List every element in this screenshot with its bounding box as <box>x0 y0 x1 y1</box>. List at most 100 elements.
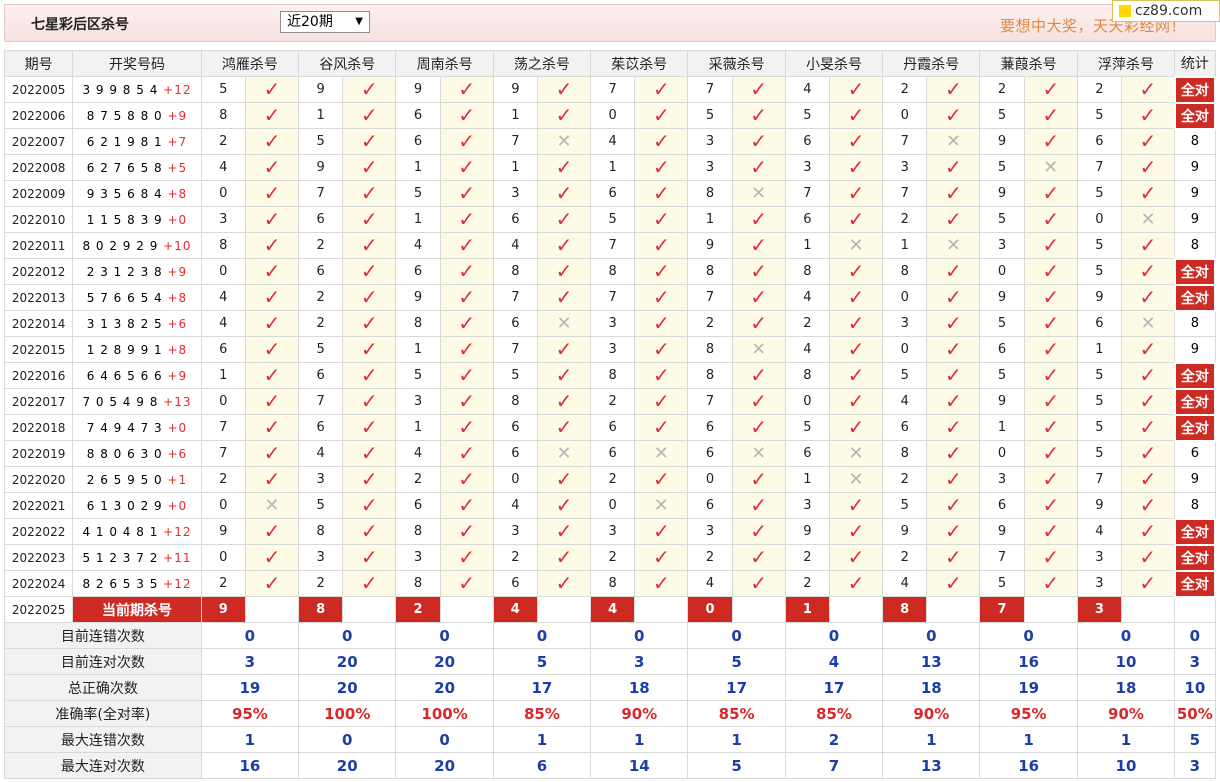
check-icon: ✓ <box>944 337 962 361</box>
check-icon: ✓ <box>944 155 962 179</box>
check-icon: ✓ <box>458 363 476 387</box>
result-cell: ✕ <box>926 232 981 259</box>
page-header: 七星彩后区杀号 近20期 ▼ 要想中大奖，天天彩经网！ <box>4 4 1216 42</box>
check-icon: ✓ <box>263 519 281 543</box>
cross-icon: ✕ <box>653 442 669 464</box>
result-cell: ✓ <box>926 570 981 597</box>
kill-number-cell: 0 <box>200 388 246 415</box>
cross-icon: ✕ <box>751 182 767 204</box>
kill-number-cell: 5 <box>979 310 1025 337</box>
result-cell: ✓ <box>1120 180 1176 207</box>
result-cell: ✓ <box>1023 414 1078 441</box>
check-icon: ✓ <box>652 571 670 595</box>
check-icon: ✓ <box>1042 207 1060 231</box>
kill-number-cell: 7 <box>882 128 928 155</box>
kill-number-cell: 2 <box>979 76 1025 103</box>
result-cell: ✓ <box>828 362 884 389</box>
check-icon: ✓ <box>458 285 476 309</box>
summary-label: 准确率(全对率) <box>4 700 202 727</box>
check-icon: ✓ <box>1042 285 1060 309</box>
result-cell: ✕ <box>244 492 300 519</box>
kill-number-cell: 2 <box>590 544 636 571</box>
table-row: 2022012 2 3 1 2 3 8 +9 0 ✓ 6 ✓ 6 ✓ 8 ✓ 8 ✓ 8 ✓ 8 ✓ 8 ✓ 0 ✓ 5… <box>3 257 1217 286</box>
kill-number-cell: 8 <box>200 232 246 259</box>
kill-number-cell: 6 <box>1076 128 1122 155</box>
kill-number-cell: 1 <box>882 232 928 259</box>
issue-cell: 2022005 <box>3 76 74 103</box>
check-icon: ✓ <box>555 181 573 205</box>
result-cell: ✓ <box>828 258 884 285</box>
draw-back-number: +0 <box>167 498 188 513</box>
kill-number-cell: 0 <box>979 258 1025 285</box>
draw-front-numbers: 8 7 5 8 8 0 <box>86 108 163 123</box>
current-kill-number: 4 <box>492 596 538 623</box>
check-icon: ✓ <box>555 337 573 361</box>
kill-number-cell: 9 <box>395 284 441 311</box>
check-icon: ✓ <box>944 467 962 491</box>
col-expert-1: 谷风杀号 <box>298 50 397 77</box>
draw-cell: 5 1 2 3 7 2 +11 <box>72 544 202 571</box>
kill-number-cell: 9 <box>200 518 246 545</box>
kill-number-cell: 3 <box>979 466 1025 493</box>
result-cell: ✓ <box>342 284 397 311</box>
issue-cell: 2022008 <box>3 154 74 181</box>
result-cell: ✓ <box>439 258 494 285</box>
issue-cell: 2022020 <box>3 466 74 493</box>
cross-icon: ✕ <box>848 468 864 490</box>
result-cell: ✓ <box>1120 336 1176 363</box>
stat-cell: 8 <box>1174 128 1216 155</box>
summary-value: 14 <box>590 752 689 779</box>
kill-number-cell: 4 <box>882 570 928 597</box>
result-cell: ✓ <box>536 544 592 571</box>
kill-number-cell: 1 <box>200 362 246 389</box>
kill-number-cell: 9 <box>298 154 344 181</box>
issue-cell: 2022014 <box>3 310 74 337</box>
kill-number-cell: 4 <box>492 232 538 259</box>
kill-number-cell: 2 <box>200 466 246 493</box>
check-icon: ✓ <box>750 363 768 387</box>
draw-front-numbers: 8 0 2 9 2 9 <box>82 238 159 253</box>
result-cell: ✓ <box>1023 258 1078 285</box>
result-cell: ✓ <box>634 310 689 337</box>
kill-number-cell: 2 <box>590 466 636 493</box>
table-row: 2022019 8 8 0 6 3 0 +6 7 ✓ 4 ✓ 4 ✓ 6 ✕ 6 ✕ 6 ✕ 6 ✕ 8 ✓ 0 ✓ 5… <box>3 440 1216 467</box>
result-cell: ✓ <box>634 518 689 545</box>
check-icon: ✓ <box>360 181 378 205</box>
kill-number-cell: 0 <box>200 258 246 285</box>
site-logo[interactable]: cz89.com <box>1112 0 1220 22</box>
current-kill-number: 2 <box>395 596 441 623</box>
kill-number-cell: 2 <box>298 570 344 597</box>
kill-number-cell: 6 <box>784 206 830 233</box>
check-icon: ✓ <box>1042 311 1060 335</box>
stat-cell: 全对 <box>1173 387 1217 416</box>
period-select[interactable]: 近20期 ▼ <box>280 11 370 33</box>
result-cell: ✓ <box>439 466 494 493</box>
result-cell: ✓ <box>926 466 981 493</box>
table-row: 2022017 7 0 5 4 9 8 +13 0 ✓ 7 ✓ 3 ✓ 8 ✓ 2 ✓ 7 ✓ 0 ✓ 4 ✓ 9 ✓… <box>3 387 1217 416</box>
summary-row: 目前连对次数 3 20 20 5 3 5 4 13 16 10 3 <box>4 648 1216 675</box>
kill-number-cell: 8 <box>687 362 733 389</box>
check-icon: ✓ <box>750 311 768 335</box>
kill-number-cell: 1 <box>492 154 538 181</box>
kill-number-cell: 5 <box>298 336 344 363</box>
summary-value: 1 <box>687 726 786 753</box>
cross-icon: ✕ <box>264 494 280 516</box>
kill-number-cell: 4 <box>492 492 538 519</box>
kill-number-cell: 9 <box>882 518 928 545</box>
draw-back-number: +12 <box>163 524 192 539</box>
check-icon: ✓ <box>1042 181 1060 205</box>
summary-total: 0 <box>1174 622 1216 649</box>
kill-number-cell: 9 <box>298 76 344 103</box>
draw-back-number: +10 <box>163 238 192 253</box>
current-blank-cell <box>634 596 689 623</box>
result-cell: ✓ <box>926 310 981 337</box>
summary-value: 18 <box>1076 674 1176 701</box>
result-cell: ✓ <box>1023 440 1078 467</box>
result-cell: ✓ <box>244 206 300 233</box>
summary-value: 90% <box>590 700 689 727</box>
kill-number-cell: 3 <box>687 154 733 181</box>
result-cell: ✓ <box>828 180 884 207</box>
kill-number-cell: 9 <box>979 518 1025 545</box>
result-cell: ✓ <box>926 206 981 233</box>
result-cell: ✓ <box>342 180 397 207</box>
